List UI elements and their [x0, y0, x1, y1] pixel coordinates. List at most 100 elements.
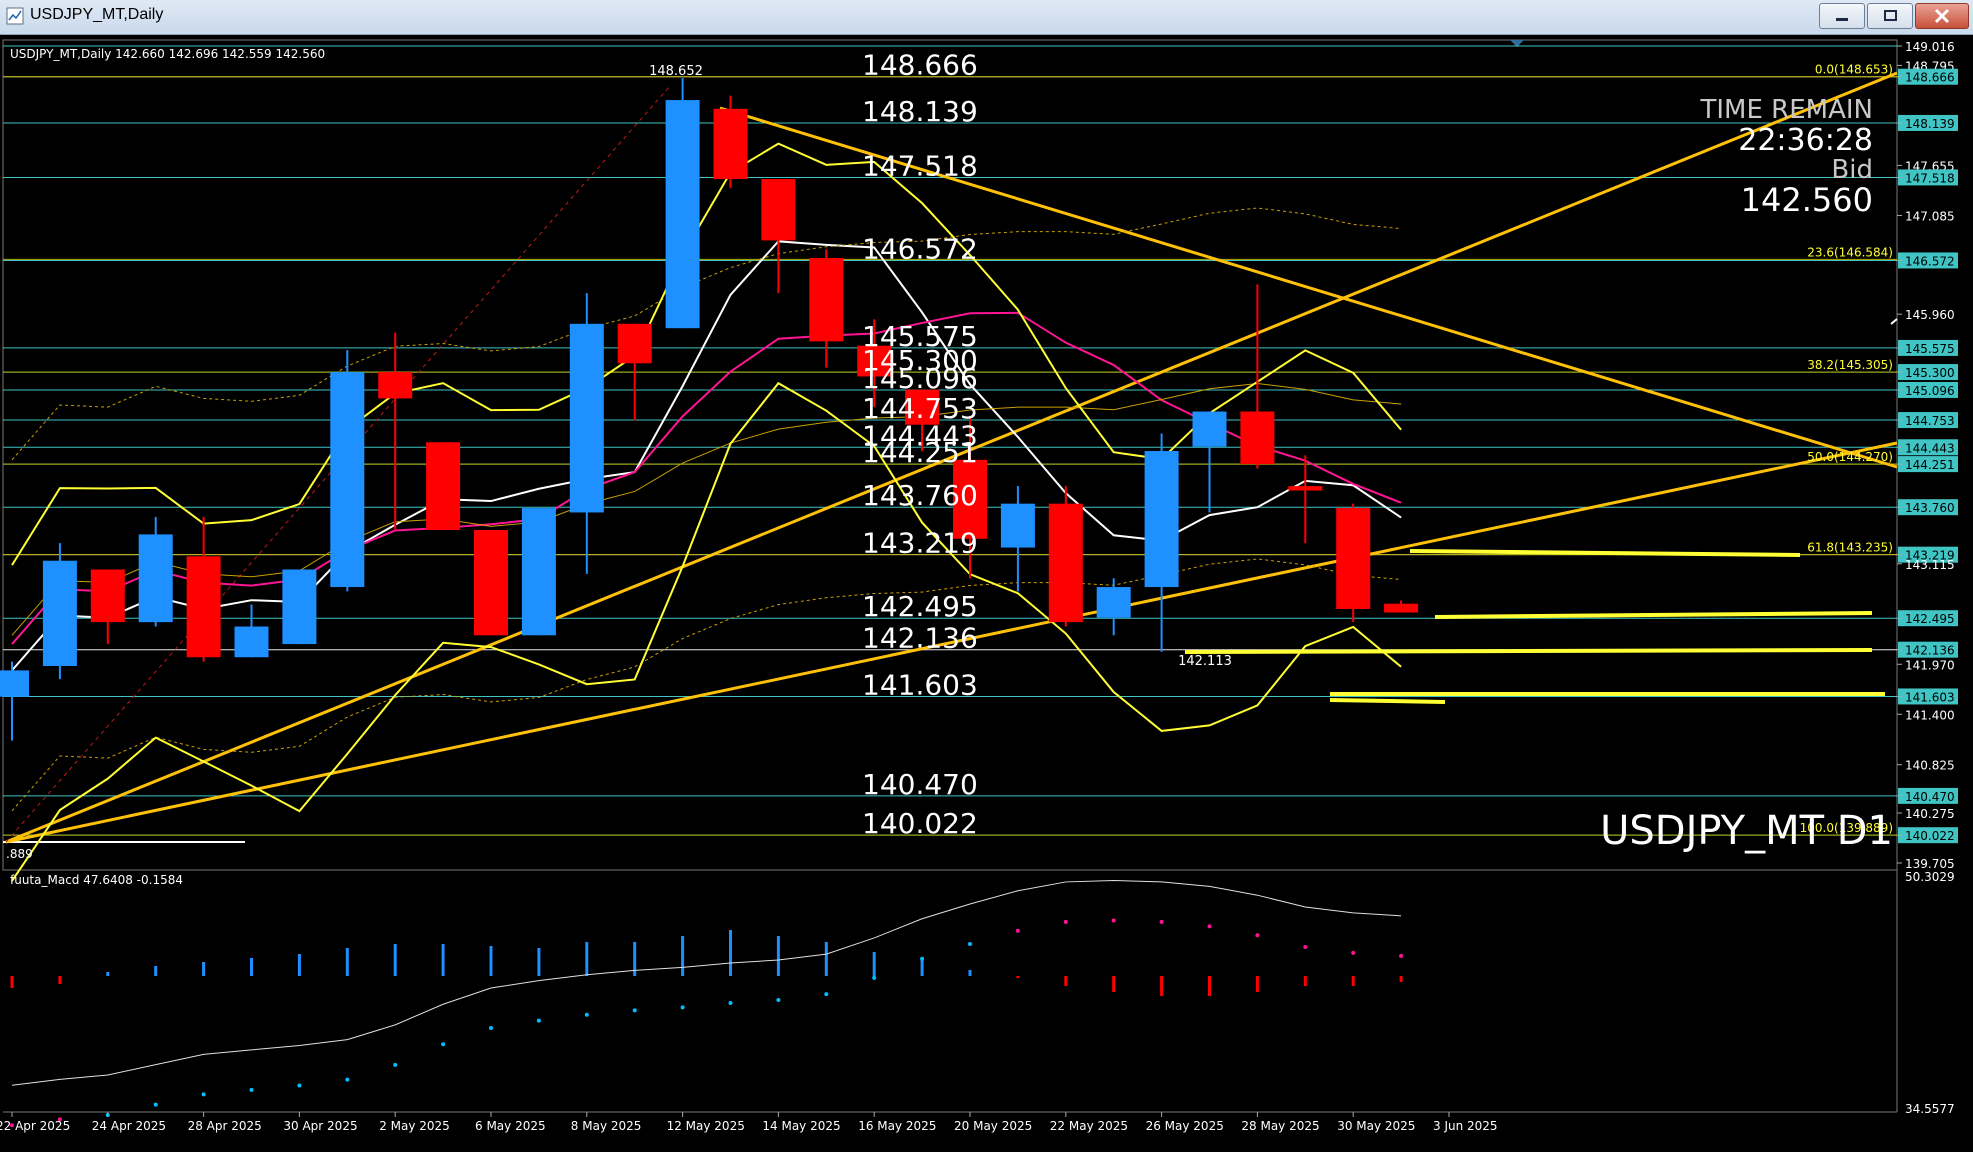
left-edge-value: .889: [6, 847, 33, 861]
axis-tick-label: 140.275: [1905, 807, 1955, 821]
candle-body: [521, 508, 556, 636]
macd-signal-dot: [824, 992, 829, 997]
level-label: 147.518: [862, 149, 978, 182]
macd-signal-dot: [872, 975, 877, 980]
axis-tick-label: 144.251: [1905, 458, 1955, 472]
axis-tick-label: 143.115: [1905, 558, 1955, 572]
time-label: 6 May 2025: [475, 1119, 546, 1133]
macd-pane: 50.3029 34.5577: [10, 870, 1955, 1128]
chart-window-icon: [6, 7, 24, 25]
macd-signal-dot: [345, 1077, 350, 1082]
candle-body: [1288, 486, 1323, 491]
candle-body: [474, 530, 508, 636]
swing-low-label: 142.113: [1178, 654, 1232, 669]
candle-body: [0, 670, 29, 697]
support-line: [1329, 698, 1446, 704]
macd-signal-dot: [297, 1083, 302, 1088]
metatrader-chart-window: USDJPY_MT,Daily 148.666 148.139 147.518 …: [0, 0, 1973, 1148]
candle-body: [426, 442, 461, 531]
level-label: 145.096: [862, 362, 978, 395]
level-label: 148.666: [862, 49, 978, 82]
macd-signal-dot: [201, 1092, 206, 1097]
axis-tick-label: 141.603: [1905, 690, 1955, 704]
axis-tick-label: 145.960: [1905, 308, 1955, 322]
axis-tick-label: 147.085: [1905, 209, 1955, 223]
fib-label: 50.0(144.270): [1807, 450, 1893, 464]
axis-tick-label: 145.575: [1905, 342, 1955, 356]
time-label: 12 May 2025: [667, 1119, 745, 1133]
macd-signal-dot: [776, 998, 781, 1003]
level-label: 142.136: [862, 622, 978, 655]
axis-tick-label: 147.518: [1905, 171, 1955, 185]
macd-signal-dot: [393, 1062, 398, 1067]
time-label: 22 Apr 2025: [0, 1119, 70, 1133]
macd-signal-dot: [920, 956, 925, 961]
price-chart[interactable]: 148.666 148.139 147.518 146.572 145.575 145.3…: [0, 36, 1973, 1148]
candle-body: [1048, 503, 1083, 623]
axis-tick-label: 142.136: [1905, 644, 1955, 658]
restore-button[interactable]: [1867, 3, 1913, 29]
macd-signal-dot: [968, 942, 972, 947]
macd-signal-dot: [1159, 919, 1164, 924]
time-label: 28 May 2025: [1241, 1119, 1319, 1133]
time-label: 28 Apr 2025: [188, 1119, 262, 1133]
macd-signal-dot: [728, 1000, 733, 1005]
level-label: 140.470: [862, 768, 978, 801]
time-label: 20 May 2025: [954, 1119, 1032, 1133]
axis-tick-label: 149.016: [1905, 40, 1955, 54]
time-label: 30 Apr 2025: [283, 1119, 357, 1133]
macd-signal-dot: [441, 1042, 446, 1047]
macd-signal-dot: [1303, 944, 1308, 949]
minimize-icon: [1836, 18, 1848, 21]
level-label: 143.760: [862, 479, 978, 512]
candle-body: [809, 257, 844, 342]
candle-body: [713, 108, 748, 180]
candle-body: [1192, 411, 1227, 447]
axis-tick-label: 148.139: [1905, 117, 1955, 131]
time-label: 8 May 2025: [571, 1119, 642, 1133]
time-label: 26 May 2025: [1146, 1119, 1224, 1133]
fib-label: 61.8(143.235): [1807, 541, 1893, 555]
axis-tick-label: 146.572: [1905, 254, 1955, 268]
level-label: 148.139: [862, 95, 978, 128]
axis-tick-label: 144.753: [1905, 414, 1955, 428]
macd-signal-dot: [1399, 953, 1404, 958]
level-label: 144.251: [862, 436, 978, 469]
time-remain-value: 22:36:28: [1738, 123, 1873, 158]
axis-tick-label: 140.825: [1905, 759, 1955, 773]
axis-tick-label: 141.970: [1905, 658, 1955, 672]
level-labels: 148.666148.139147.518146.572145.575145.3…: [862, 49, 978, 840]
axis-tick-label: 145.096: [1905, 384, 1955, 398]
time-label: 14 May 2025: [762, 1119, 840, 1133]
swing-high-label: 148.652: [649, 64, 703, 79]
support-line: [1434, 611, 1873, 619]
time-remain-label: TIME REMAIN: [1699, 95, 1873, 125]
macd-signal-dot: [1207, 924, 1212, 929]
macd-signal-dot: [536, 1018, 541, 1023]
candle-body: [138, 534, 173, 623]
upper-band: [11, 142, 1402, 566]
axis-tick-label: 141.400: [1905, 708, 1955, 722]
macd-signal-dot: [680, 1005, 685, 1010]
time-label: 2 May 2025: [379, 1119, 450, 1133]
chart-area[interactable]: 148.666 148.139 147.518 146.572 145.575 145.3…: [0, 36, 1973, 1148]
candle-body: [761, 179, 796, 241]
macd-signal-dot: [489, 1026, 493, 1031]
level-label: 143.219: [862, 527, 978, 560]
macd-axis-label: 34.5577: [1905, 1102, 1955, 1116]
axis-tick-label: 140.022: [1905, 829, 1955, 843]
axis-tick-label: 139.705: [1905, 857, 1955, 871]
window-title: USDJPY_MT,Daily: [30, 6, 164, 23]
window-titlebar[interactable]: USDJPY_MT,Daily: [0, 0, 1973, 35]
candle-body: [569, 323, 604, 513]
macd-signal-dot: [584, 1012, 589, 1017]
level-label: 146.572: [862, 232, 978, 265]
axis-tick-label: 145.300: [1905, 366, 1955, 380]
bid-value: 142.560: [1741, 181, 1873, 219]
macd-signal-dot: [1111, 918, 1116, 923]
axis-tick-label: 140.470: [1905, 790, 1955, 804]
close-button[interactable]: [1915, 3, 1969, 29]
moving-averages: [11, 142, 1402, 882]
time-axis: 22 Apr 2025 24 Apr 2025 28 Apr 2025 30 Apr …: [0, 1112, 1498, 1133]
minimize-button[interactable]: [1819, 3, 1865, 29]
